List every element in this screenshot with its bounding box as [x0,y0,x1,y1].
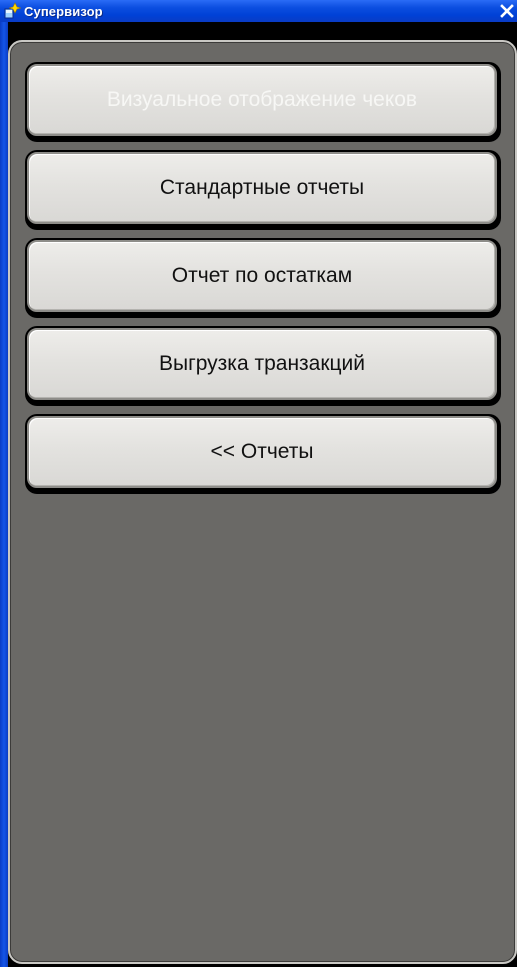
button-face: Визуальное отображение чеков [27,64,497,136]
button-face: Выгрузка транзакций [27,328,497,400]
close-button[interactable] [498,2,516,20]
button-face: Стандартные отчеты [27,152,497,224]
window-title: Супервизор [24,3,103,19]
supervisor-window: Супервизор Визуальное отображение чеков … [0,0,517,967]
title-bar[interactable]: Супервизор [0,0,517,22]
button-label: Стандартные отчеты [159,176,365,199]
standard-reports-button[interactable]: Стандартные отчеты [25,150,501,230]
back-to-reports-button[interactable]: << Отчеты [25,414,501,494]
app-icon [3,2,22,20]
close-icon [500,4,514,18]
button-label: Отчет по остаткам [171,264,353,287]
visual-receipts-button[interactable]: Визуальное отображение чеков [25,62,501,142]
button-label: Выгрузка транзакций [158,352,366,375]
button-label: Визуальное отображение чеков [106,88,418,111]
export-transactions-button[interactable]: Выгрузка транзакций [25,326,501,406]
button-label: << Отчеты [210,440,314,463]
button-face: Отчет по остаткам [27,240,497,312]
button-face: << Отчеты [27,416,497,488]
window-frame-left [0,22,8,967]
stock-report-button[interactable]: Отчет по остаткам [25,238,501,318]
